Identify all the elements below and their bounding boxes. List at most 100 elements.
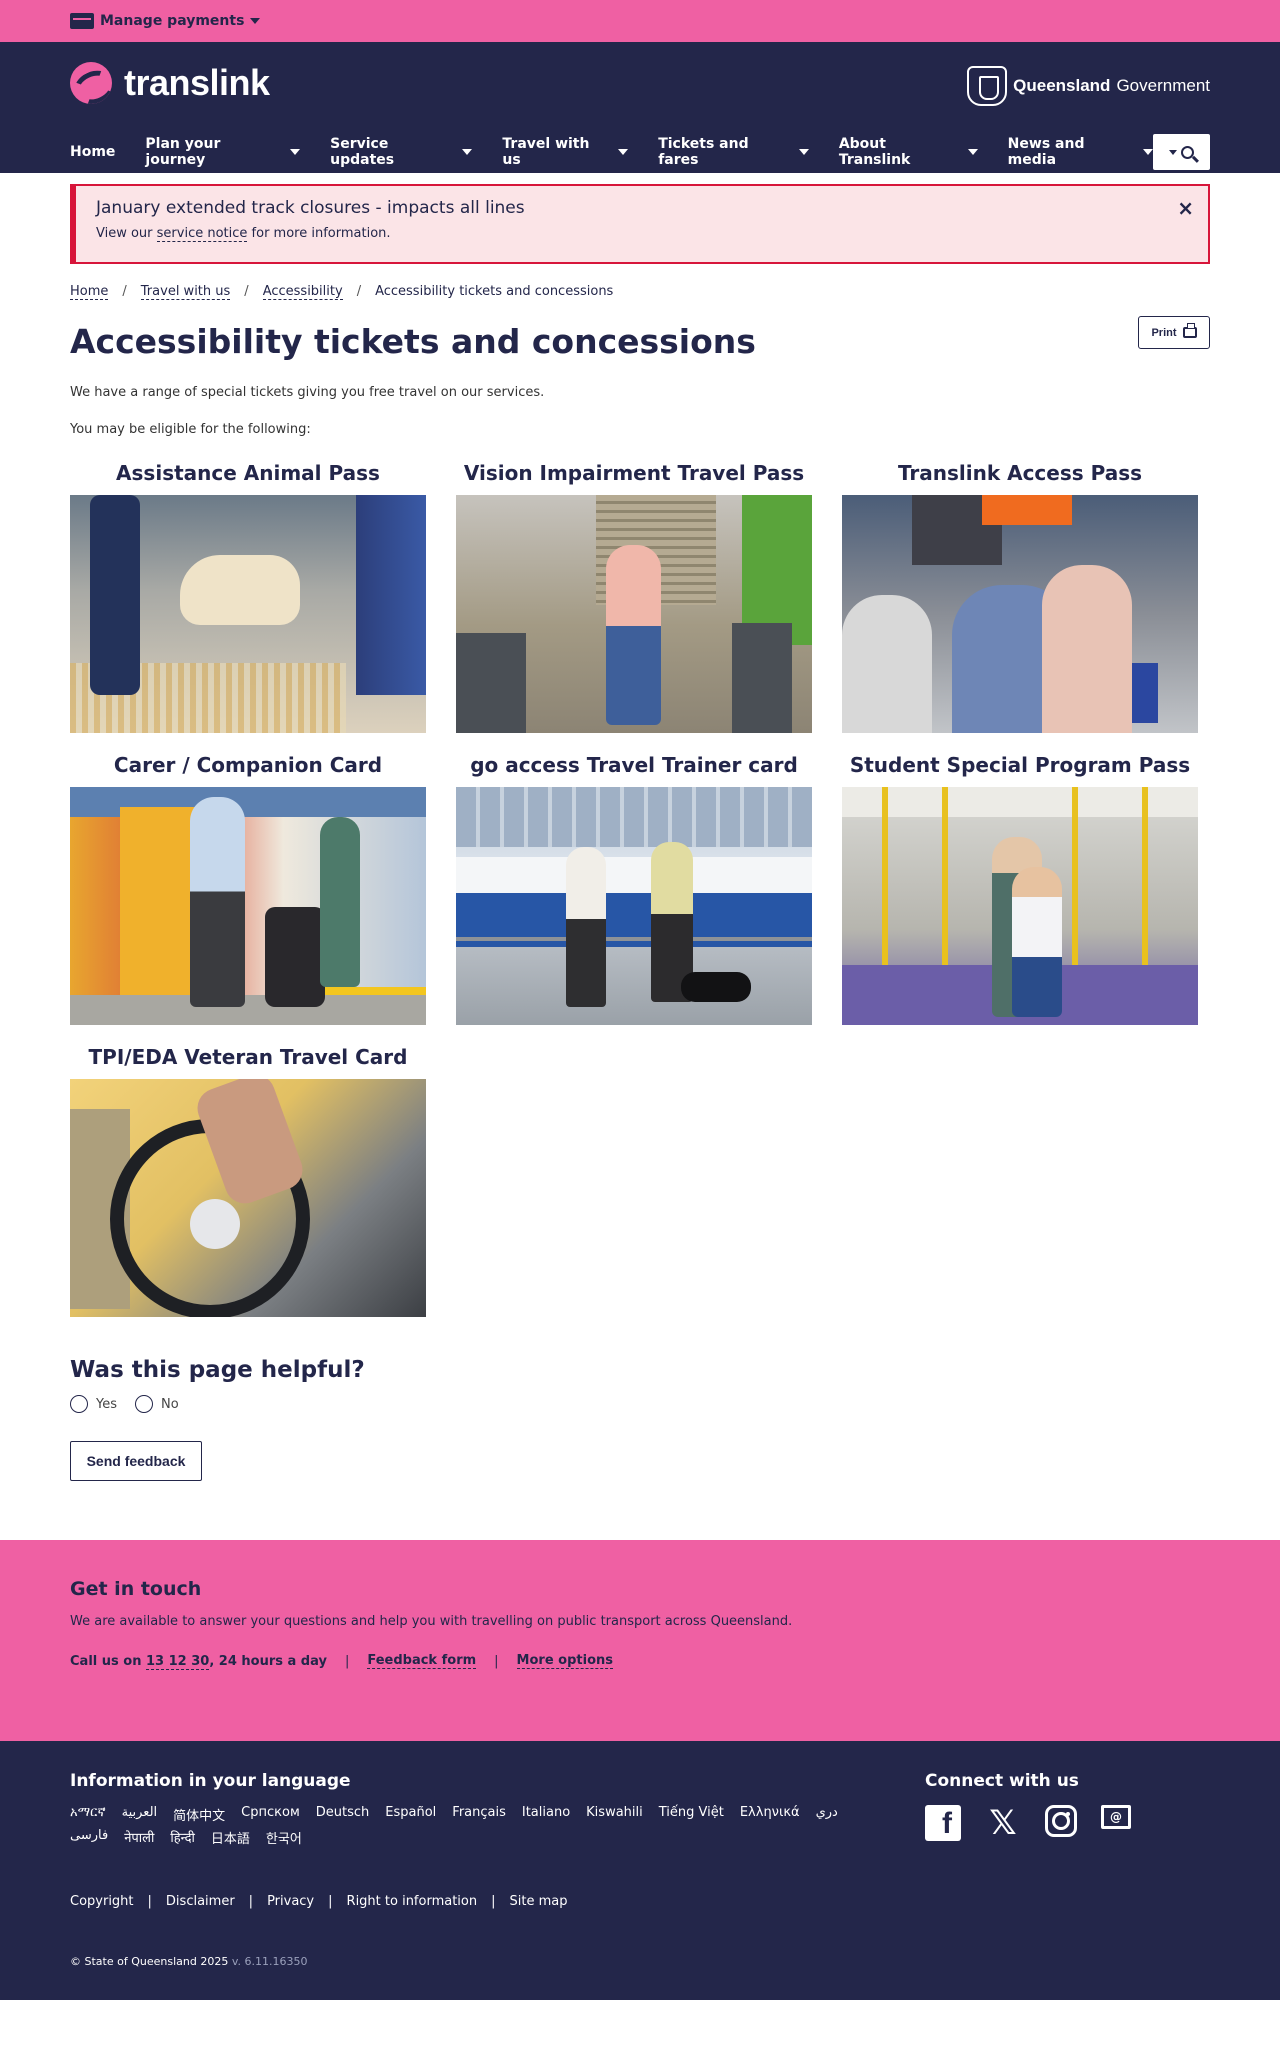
call-suffix: , 24 hours a day [209, 1653, 327, 1669]
card-vision-impairment-travel-pass[interactable]: Vision Impairment Travel Pass [456, 461, 812, 733]
site-footer: Information in your language አማርኛ العربية… [0, 1741, 1280, 2000]
card-translink-access-pass[interactable]: Translink Access Pass [842, 461, 1198, 733]
search-icon [1180, 145, 1194, 159]
nav-items: Home Plan your journey Service updates Trav… [70, 136, 1153, 168]
footer-link-right-to-information[interactable]: Right to information [347, 1894, 478, 1909]
caret-down-icon [290, 149, 301, 155]
radio-yes-label: Yes [96, 1396, 117, 1412]
language-link[interactable]: Српском [241, 1805, 300, 1824]
nav-item-service-updates[interactable]: Service updates [330, 136, 473, 168]
card-title: Student Special Program Pass [849, 753, 1191, 777]
language-links: አማርኛ العربية 简体中文 Српском Deutsch Español Fran… [70, 1805, 890, 1847]
language-link[interactable]: Français [452, 1805, 506, 1824]
feedback-form-link[interactable]: Feedback form [367, 1653, 477, 1669]
language-link[interactable]: Tiếng Việt [659, 1805, 724, 1824]
breadcrumb-separator: / [122, 284, 127, 299]
language-link[interactable]: हिन्दी [170, 1828, 195, 1847]
tram-boarding-photo [70, 787, 426, 1025]
card-student-special-program-pass[interactable]: Student Special Program Pass [842, 753, 1198, 1025]
nav-item-label: Tickets and fares [658, 136, 749, 168]
manage-payments-label: Manage payments [100, 13, 245, 29]
nav-item-label: News and media [1007, 136, 1085, 168]
assistance-dog-photo [70, 495, 426, 733]
nav-item-about-translink[interactable]: About Translink [839, 136, 978, 168]
card-go-access-travel-trainer[interactable]: go access Travel Trainer card [456, 753, 812, 1025]
language-link[interactable]: Deutsch [316, 1805, 370, 1824]
close-icon[interactable]: × [1177, 196, 1194, 220]
feedback-title: Was this page helpful? [70, 1357, 365, 1383]
language-link[interactable]: Español [385, 1805, 436, 1824]
language-link[interactable]: Italiano [522, 1805, 570, 1824]
footer-link-copyright[interactable]: Copyright [70, 1894, 134, 1909]
language-link[interactable]: Ελληνικά [740, 1805, 800, 1824]
breadcrumb-home[interactable]: Home [70, 284, 109, 300]
language-link[interactable]: 日本語 [211, 1828, 250, 1847]
ferry-terminal-photo [456, 787, 812, 1025]
service-notice-link[interactable]: service notice [156, 226, 248, 242]
card-tpi-eda-veteran-travel-card[interactable]: TPI/EDA Veteran Travel Card [70, 1045, 426, 1317]
vision-impaired-traveller-photo [456, 495, 812, 733]
printer-icon [1182, 323, 1197, 338]
instagram-icon[interactable] [1045, 1805, 1077, 1837]
contact-separator: | [344, 1653, 350, 1669]
card-assistance-animal-pass[interactable]: Assistance Animal Pass [70, 461, 426, 733]
breadcrumb: Home / Travel with us / Accessibility / … [70, 284, 1210, 300]
social-links: f 𝕏 @ [925, 1803, 1131, 1843]
language-link[interactable]: العربية [122, 1805, 158, 1824]
nav-item-plan-your-journey[interactable]: Plan your journey [145, 136, 301, 168]
card-carer-companion-card[interactable]: Carer / Companion Card [70, 753, 426, 1025]
get-in-touch-section: Get in touch We are available to answer … [0, 1540, 1280, 1741]
helpful-no-option[interactable]: No [135, 1395, 179, 1413]
language-link[interactable]: Kiswahili [586, 1805, 643, 1824]
nav-item-label: Travel with us [502, 136, 590, 168]
search-button[interactable] [1152, 134, 1210, 170]
nav-item-travel-with-us[interactable]: Travel with us [502, 136, 629, 168]
radio-yes[interactable] [70, 1395, 88, 1413]
language-link[interactable]: 한국어 [266, 1828, 302, 1847]
language-link[interactable]: 简体中文 [173, 1805, 225, 1824]
alert-body-prefix: View our [96, 226, 157, 241]
footer-separator: | [491, 1894, 496, 1909]
nav-item-label: About Translink [838, 136, 911, 168]
x-twitter-icon[interactable]: 𝕏 [985, 1803, 1021, 1843]
footer-separator: | [248, 1894, 254, 1909]
queensland-government-logo[interactable]: Queensland Government [967, 66, 1210, 106]
manage-payments-button[interactable]: Manage payments [70, 13, 261, 29]
phone-link[interactable]: 13 12 30 [145, 1653, 210, 1670]
nav-item-label: Plan your journey [145, 136, 221, 168]
email-icon[interactable]: @ [1101, 1805, 1131, 1829]
page-title: Accessibility tickets and concessions [70, 322, 756, 361]
ticket-cards: Assistance Animal Pass Vision Impairment… [70, 461, 1210, 1317]
footer-link-disclaimer[interactable]: Disclaimer [166, 1894, 235, 1909]
translink-logo[interactable]: translink [70, 62, 270, 104]
caret-down-icon [462, 149, 473, 155]
radio-no[interactable] [135, 1395, 153, 1413]
language-link[interactable]: नेपाली [124, 1828, 154, 1847]
contact-separator: | [494, 1653, 499, 1669]
send-feedback-button[interactable]: Send feedback [70, 1441, 202, 1481]
card-title: Translink Access Pass [897, 461, 1143, 485]
nav-item-home[interactable]: Home [70, 144, 115, 160]
nav-item-news-and-media[interactable]: News and media [1008, 136, 1153, 168]
facebook-icon[interactable]: f [925, 1805, 961, 1841]
footer-link-site-map[interactable]: Site map [510, 1894, 568, 1909]
breadcrumb-travel-with-us[interactable]: Travel with us [140, 284, 231, 300]
print-button[interactable]: Print [1138, 316, 1210, 349]
more-options-link[interactable]: More options [516, 1653, 613, 1669]
footer-link-privacy[interactable]: Privacy [267, 1894, 314, 1909]
connect-title: Connect with us [925, 1771, 1079, 1791]
alert-body-suffix: for more information. [247, 226, 391, 241]
helpful-yes-option[interactable]: Yes [70, 1395, 117, 1413]
intro: We have a range of special tickets givin… [70, 383, 1210, 439]
language-link[interactable]: فارسی [70, 1828, 108, 1847]
feedback-section: Was this page helpful? Yes No Send feedb… [70, 1357, 1210, 1481]
nav-item-tickets-and-fares[interactable]: Tickets and fares [658, 136, 809, 168]
alert-body: View our service notice for more informa… [96, 226, 1188, 242]
card-title: Vision Impairment Travel Pass [463, 461, 805, 485]
language-link[interactable]: دري [816, 1805, 838, 1824]
language-link[interactable]: አማርኛ [70, 1805, 106, 1824]
breadcrumb-separator: / [356, 284, 362, 299]
bus-passengers-photo [842, 495, 1198, 733]
nav-item-label: Service updates [330, 136, 395, 168]
breadcrumb-accessibility[interactable]: Accessibility [262, 284, 343, 300]
